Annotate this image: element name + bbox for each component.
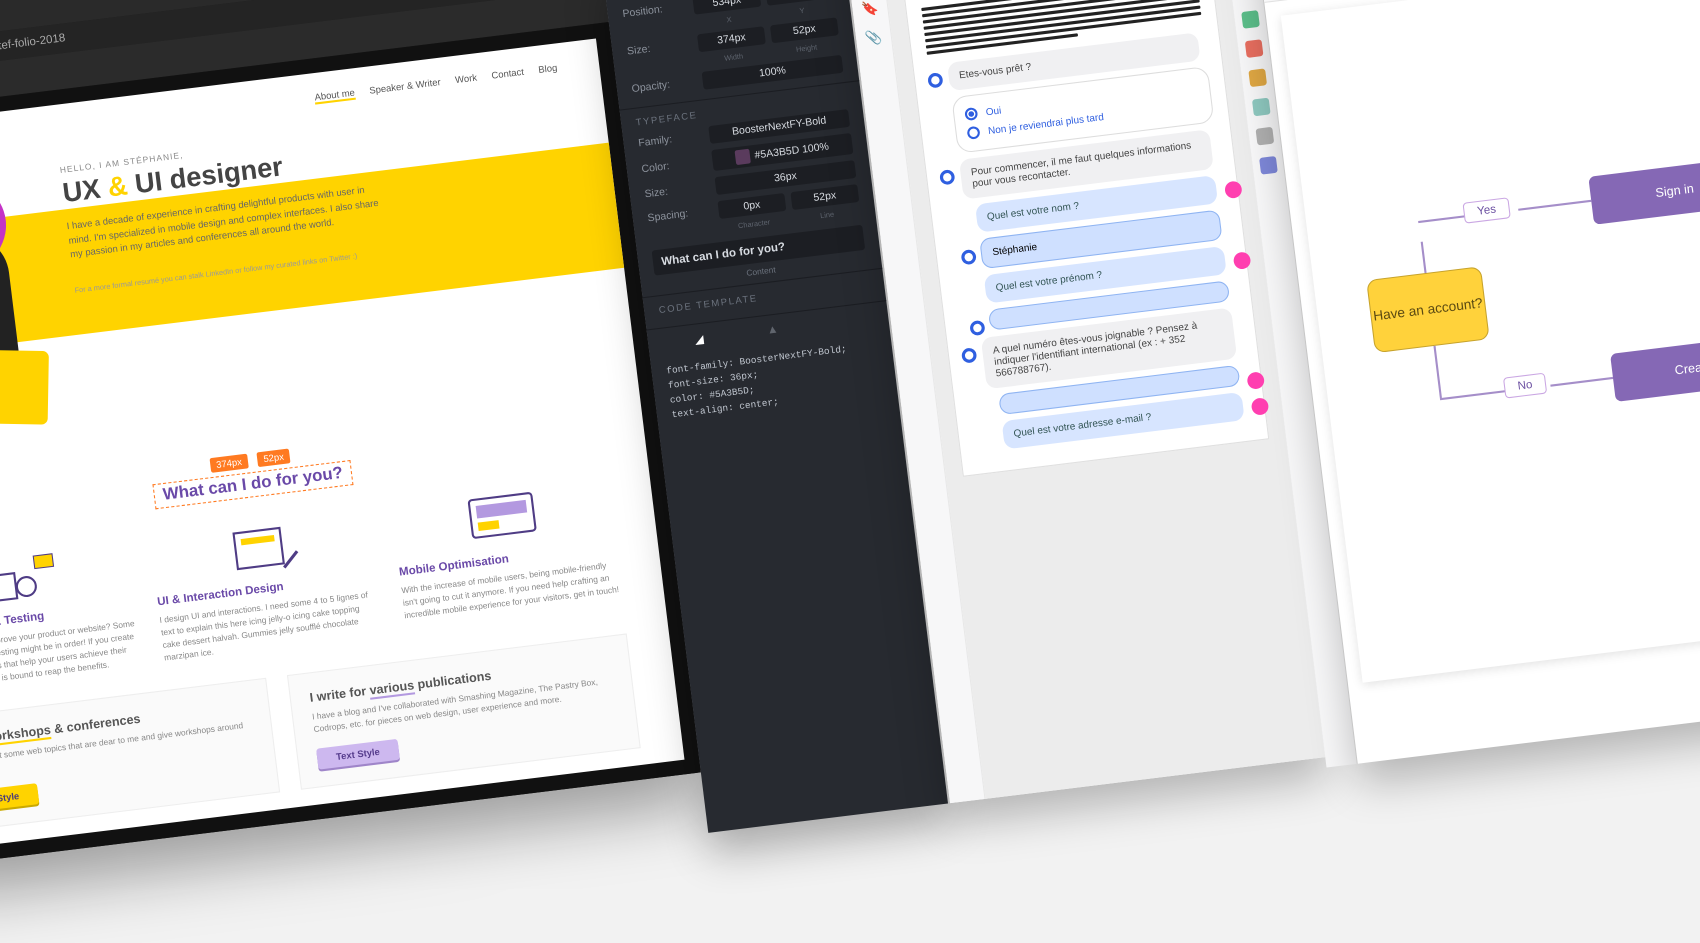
service-ux: UX, Research & Testing Wondering how to … [0, 532, 140, 694]
bot-avatar-icon [939, 169, 955, 185]
pdf-page[interactable]: Bonjour Etes-vous prêt ? Oui Non je revi… [901, 0, 1269, 477]
preview-canvas[interactable]: I don't like photos, so my friend Lauren… [0, 22, 701, 872]
nav-about[interactable]: About me [314, 87, 356, 104]
reply-dot-icon [1251, 397, 1270, 416]
decision-node[interactable]: Have an account? [1366, 266, 1490, 353]
tool-icon[interactable] [1259, 156, 1278, 175]
reply-dot-icon [1246, 371, 1265, 390]
browser-window: Sketch Measure × /Users/stephaniewalter/… [0, 0, 701, 872]
label-spacing: Spacing: [647, 205, 713, 224]
apple-icon[interactable] [841, 315, 843, 329]
tool-icon[interactable] [1251, 98, 1270, 117]
label-color: Color: [641, 156, 707, 175]
bot-avatar-icon [969, 320, 985, 336]
service-mobile: Mobile Optimisation With the increase of… [390, 473, 623, 635]
card-workshops: I give workshops & conferences I speak a… [0, 678, 280, 834]
label-opacity: Opacity: [631, 76, 697, 95]
label-family: Family: [638, 130, 704, 149]
service-ux-body: Wondering how to improve your product or… [0, 618, 140, 695]
action-signin[interactable]: Sign in [1588, 156, 1700, 224]
service-ui: UI & Interaction Design I design UI and … [148, 503, 381, 665]
reply-dot-icon [1224, 180, 1243, 199]
attachment-icon[interactable]: 📎 [864, 29, 883, 48]
label-yes[interactable]: Yes [1462, 197, 1510, 223]
bot-avatar-icon [961, 249, 977, 265]
nav-work[interactable]: Work [455, 72, 478, 87]
label-fsize: Size: [644, 181, 710, 200]
section-heading-selected[interactable]: What can I do for you? [152, 460, 354, 509]
radio-icon [964, 107, 978, 121]
hero-illustration [0, 168, 68, 429]
measure-height-badge: 52px [256, 448, 291, 467]
radio-icon [967, 126, 981, 140]
card-writing-button[interactable]: Text Style [316, 739, 400, 770]
tool-icon[interactable] [1241, 10, 1260, 29]
tool-icon[interactable] [1248, 68, 1267, 87]
bot-avatar-icon [927, 72, 943, 88]
bot-avatar-icon [961, 347, 977, 363]
nav-blog[interactable]: Blog [538, 62, 558, 77]
card-writing: I write for various publications I have … [287, 633, 641, 789]
tool-icon[interactable] [1244, 39, 1263, 58]
bookmark-icon[interactable]: 🔖 [861, 0, 880, 18]
css-icon[interactable]: ◢ [694, 332, 704, 347]
reply-dot-icon [1233, 251, 1252, 270]
android-icon[interactable]: ▲ [766, 323, 779, 338]
measure-width-badge: 374px [209, 454, 249, 473]
nav-speaker[interactable]: Speaker & Writer [369, 77, 442, 98]
label-no[interactable]: No [1503, 373, 1547, 399]
portfolio-page: I don't like photos, so my friend Lauren… [0, 38, 684, 855]
slide-canvas[interactable]: Have an account? Yes Sign in No Create a… [1281, 0, 1700, 683]
card-workshops-button[interactable]: Text Style [0, 783, 39, 814]
label-size: Size: [627, 38, 693, 57]
tool-icon[interactable] [1255, 127, 1274, 146]
nav-contact[interactable]: Contact [491, 66, 525, 82]
color-swatch [735, 149, 751, 165]
label-position: Position: [622, 1, 688, 20]
action-create[interactable]: Create account [1610, 328, 1700, 402]
